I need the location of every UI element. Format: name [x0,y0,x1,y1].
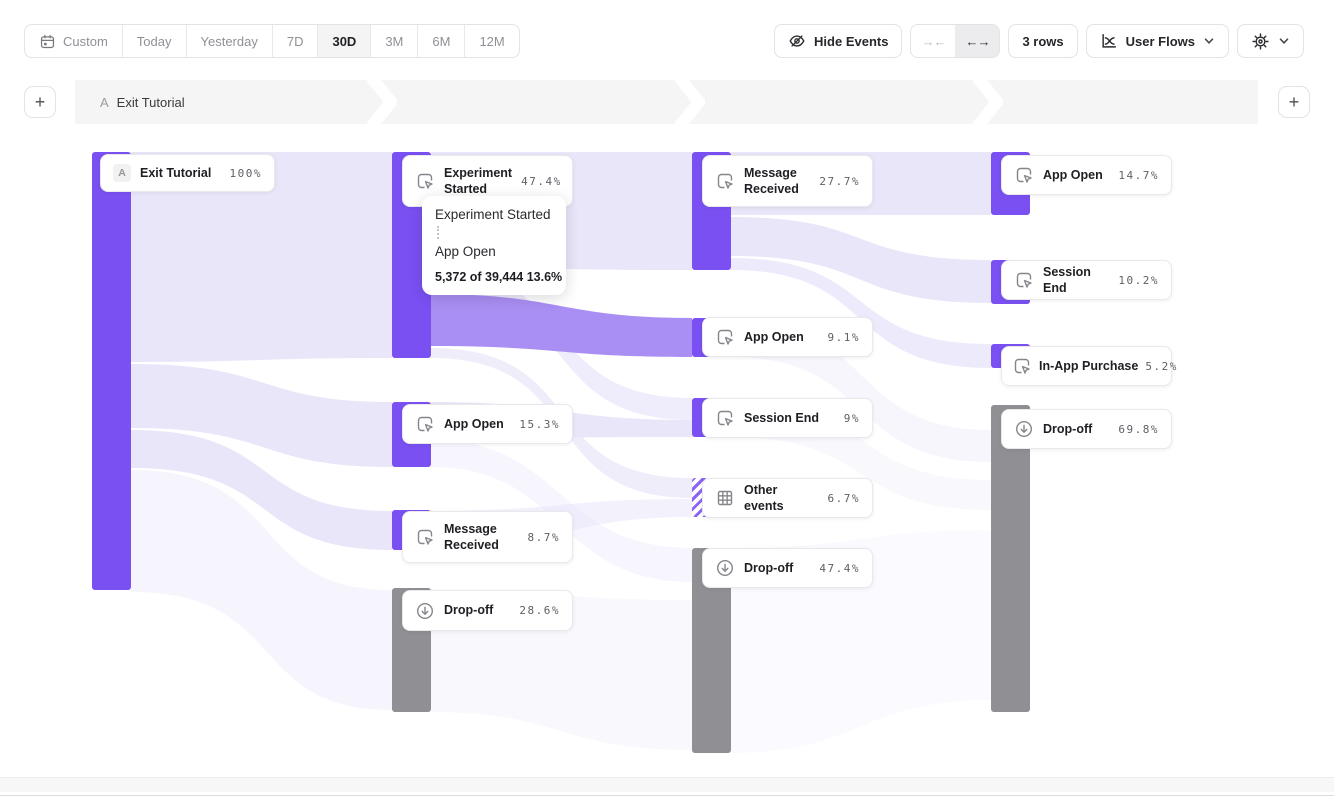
cursor-click-icon [1014,165,1034,185]
calendar-icon [39,33,56,50]
cursor-click-icon [715,408,735,428]
date-range-yesterday[interactable]: Yesterday [186,25,272,57]
flow-node-dropoff-2[interactable]: Drop-off 28.6% [402,590,573,631]
step-prefix: A [100,95,109,110]
rows-button[interactable]: 3 rows [1008,24,1077,58]
date-range-3m[interactable]: 3M [370,25,417,57]
flow-node-dropoff-3[interactable]: Drop-off 47.4% [702,548,873,588]
cursor-click-icon [415,414,435,434]
collapse-columns-button[interactable]: →← [911,25,955,57]
flow-node-app-open-3[interactable]: App Open 9.1% [702,317,873,357]
gear-icon [1251,32,1270,51]
grid-icon [715,488,735,508]
bottom-scroll-strip[interactable] [0,777,1334,792]
step-separator-chevron [973,80,1003,124]
view-selector[interactable]: User Flows [1086,24,1229,58]
cursor-click-icon [415,527,435,547]
cursor-click-icon [715,171,735,191]
cursor-click-icon [415,171,435,191]
date-range-30d[interactable]: 30D [317,25,370,57]
toolbar: Custom Today Yesterday 7D 30D 3M 6M 12M … [24,24,1304,58]
flows-chart-icon [1100,32,1118,50]
hide-events-button[interactable]: Hide Events [774,24,902,58]
chevron-down-icon [1278,35,1290,47]
arrow-down-circle-icon [715,558,735,578]
cursor-click-icon [1014,270,1034,290]
expand-columns-button[interactable]: ←→ [955,25,999,57]
date-range-label: Custom [63,34,108,49]
flow-node-session-end-4[interactable]: Session End 10.2% [1001,260,1172,300]
arrows-inward-icon: →← [921,34,945,49]
date-range-6m[interactable]: 6M [417,25,464,57]
link-tooltip: Experiment Started App Open 5,372 of 39,… [422,196,566,295]
add-step-left-button[interactable]: + [24,86,56,118]
flow-node-in-app-purchase-4[interactable]: In-App Purchase 5.2% [1001,346,1172,386]
flow-bar-dropoff-4[interactable] [991,405,1030,712]
flow-node-dropoff-4[interactable]: Drop-off 69.8% [1001,409,1172,449]
flow-node-message-received-2[interactable]: Message Received 8.7% [402,511,573,563]
step-header-band: A Exit Tutorial [75,80,1258,124]
tooltip-to-event: App Open [435,244,553,259]
date-range-12m[interactable]: 12M [464,25,518,57]
eye-off-icon [788,32,806,50]
date-range-control: Custom Today Yesterday 7D 30D 3M 6M 12M [24,24,520,58]
step-separator-chevron [675,80,705,124]
date-range-today[interactable]: Today [122,25,186,57]
step-a-badge: A [113,164,131,182]
date-range-custom[interactable]: Custom [25,25,122,57]
cursor-click-icon [1012,356,1032,376]
tooltip-connector-dots [437,226,439,239]
step-name: Exit Tutorial [117,95,185,110]
step-a-header[interactable]: A Exit Tutorial [100,80,185,124]
tooltip-from-event: Experiment Started [435,207,553,222]
step-separator-chevron [367,80,397,124]
arrow-down-circle-icon [415,601,435,621]
collapse-expand-toggle: →← ←→ [910,24,1000,58]
chevron-down-icon [1203,35,1215,47]
flow-node-session-end-3[interactable]: Session End 9% [702,398,873,438]
user-flows-app: Custom Today Yesterday 7D 30D 3M 6M 12M … [0,0,1334,796]
flow-node-other-events-3[interactable]: Other events 6.7% [702,478,873,518]
flow-bar-exit-tutorial[interactable] [92,152,131,590]
settings-button[interactable] [1237,24,1304,58]
date-range-7d[interactable]: 7D [272,25,318,57]
flow-node-message-received-3[interactable]: Message Received 27.7% [702,155,873,207]
flow-node-exit-tutorial[interactable]: A Exit Tutorial 100% [100,154,275,192]
cursor-click-icon [715,327,735,347]
toolbar-right: Hide Events →← ←→ 3 rows [774,24,1304,58]
arrows-outward-icon: ←→ [965,34,989,49]
flow-node-app-open-4[interactable]: App Open 14.7% [1001,155,1172,195]
add-step-right-button[interactable]: + [1278,86,1310,118]
flow-node-app-open-2[interactable]: App Open 15.3% [402,404,573,444]
arrow-down-circle-icon [1014,419,1034,439]
tooltip-stat: 5,372 of 39,444 13.6% [435,270,553,284]
